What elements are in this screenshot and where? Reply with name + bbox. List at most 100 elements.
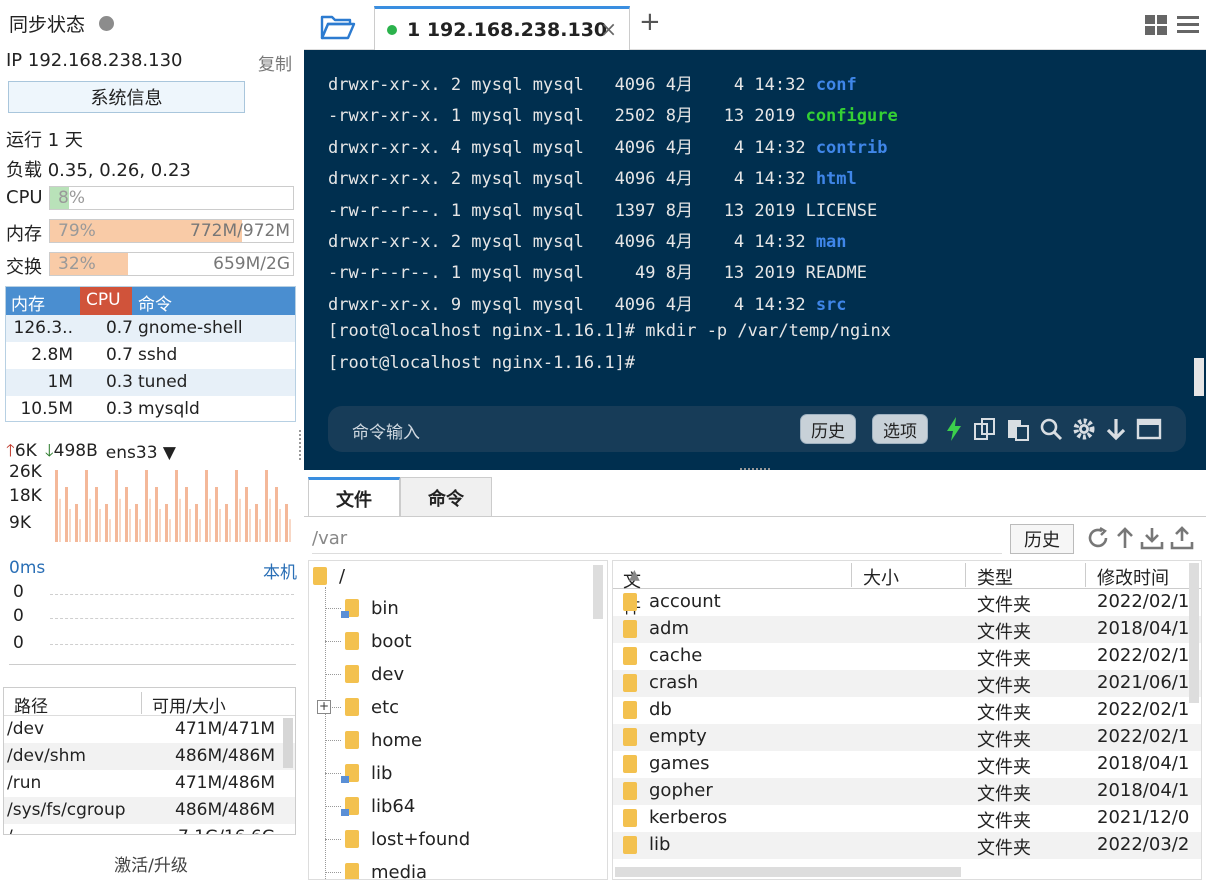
terminal-scrollbar[interactable]	[1194, 358, 1204, 396]
uptime: 运行 1 天	[6, 130, 83, 151]
col-size[interactable]: 可用/大小	[141, 692, 226, 717]
tab-files[interactable]: 文件	[308, 477, 400, 517]
col-command[interactable]: 命令	[138, 290, 172, 315]
terminal-entry-name: html	[815, 169, 857, 190]
download-arrow-icon[interactable]	[1105, 417, 1127, 441]
file-row[interactable]: kerberos 文件夹 2021/12/0	[613, 805, 1201, 832]
file-row[interactable]: adm 文件夹 2018/04/1	[613, 616, 1201, 643]
column-separator[interactable]	[851, 563, 852, 587]
grid-layout-icon[interactable]	[1144, 14, 1168, 36]
tree-guide	[325, 674, 341, 675]
table-row[interactable]: /dev 471M/471M	[4, 716, 295, 743]
lightning-icon[interactable]	[944, 416, 964, 442]
col-cpu[interactable]: CPU	[80, 287, 132, 315]
table-row[interactable]: 1M 0.3 tuned	[6, 369, 295, 396]
file-list-hscroll[interactable]	[615, 867, 961, 877]
activate-upgrade-link[interactable]: 激活/升级	[0, 851, 302, 876]
path-history-button[interactable]: 历史	[1010, 524, 1074, 554]
file-row[interactable]: empty 文件夹 2022/02/1	[613, 724, 1201, 751]
tree-scrollbar[interactable]	[593, 565, 603, 619]
file-row[interactable]: lib 文件夹 2022/03/2	[613, 832, 1201, 859]
file-row[interactable]: crash 文件夹 2021/06/1	[613, 670, 1201, 697]
tree-item[interactable]: dev	[345, 661, 404, 687]
table-row[interactable]: /sys/fs/cgroup 486M/486M	[4, 797, 295, 824]
col-modified[interactable]: 修改时间	[1097, 564, 1169, 590]
copy-icon[interactable]	[973, 417, 997, 441]
table-row[interactable]: 126.3.. 0.7 gnome-shell	[6, 315, 295, 342]
close-icon[interactable]: ×	[600, 17, 617, 41]
command-history-button[interactable]: 历史	[800, 414, 856, 444]
tree-item[interactable]: etc	[345, 694, 399, 720]
terminal-output[interactable]: drwxr-xr-x. 2 mysql mysql 4096 4月 4 14:3…	[304, 50, 1206, 470]
tree-item[interactable]: lost+found	[345, 826, 470, 852]
table-row[interactable]: /run 471M/486M	[4, 770, 295, 797]
tree-item[interactable]: home	[345, 727, 422, 753]
folder-open-icon[interactable]	[320, 12, 356, 40]
refresh-icon[interactable]	[1086, 526, 1110, 550]
download-icon[interactable]	[1140, 526, 1164, 550]
file-row[interactable]: cache 文件夹 2022/02/1	[613, 643, 1201, 670]
table-row[interactable]: 10.5M 0.3 mysqld	[6, 396, 295, 423]
search-icon[interactable]	[1039, 417, 1063, 441]
session-tab[interactable]: 1 192.168.238.130 ×	[374, 6, 630, 50]
folder-icon	[623, 836, 637, 854]
traffic-bar	[245, 487, 248, 542]
process-command: tuned	[138, 372, 188, 392]
traffic-bar	[55, 470, 58, 542]
table-row[interactable]: / 7.1G/16.6G	[4, 824, 295, 834]
expand-icon[interactable]: +	[317, 700, 331, 714]
traffic-bar	[109, 519, 111, 542]
folder-icon	[623, 755, 637, 773]
col-size[interactable]: 大小	[863, 564, 899, 590]
col-type[interactable]: 类型	[977, 564, 1013, 590]
traffic-bar	[59, 498, 61, 542]
table-row[interactable]: /dev/shm 486M/486M	[4, 743, 295, 770]
file-modified: 2022/02/1	[1097, 699, 1190, 720]
command-options-button[interactable]: 选项	[872, 414, 928, 444]
table-row[interactable]: 2.8M 0.7 sshd	[6, 342, 295, 369]
process-cpu: 0.7	[105, 345, 133, 365]
new-tab-button[interactable]: +	[639, 7, 661, 37]
tree-item[interactable]: boot	[345, 628, 412, 654]
tree-item[interactable]: lib	[341, 760, 392, 786]
gear-icon[interactable]	[1072, 417, 1096, 441]
disk-path: /dev/shm	[7, 746, 86, 766]
latency-host-select[interactable]: 本机	[263, 558, 297, 583]
traffic-bar	[89, 498, 91, 542]
tree-item[interactable]: bin	[341, 595, 399, 621]
menu-icon[interactable]	[1176, 14, 1200, 36]
tree-item-label: dev	[371, 663, 405, 685]
paste-icon[interactable]	[1006, 417, 1030, 441]
file-modified: 2018/04/1	[1097, 618, 1190, 639]
tree-item[interactable]: media	[345, 859, 427, 879]
copy-ip-button[interactable]: 复制	[258, 50, 292, 75]
column-separator[interactable]	[1085, 563, 1086, 587]
file-row[interactable]: db 文件夹 2022/02/1	[613, 697, 1201, 724]
tree-item-label: home	[371, 729, 423, 751]
command-input[interactable]: 命令输入	[352, 418, 420, 443]
file-row[interactable]: gopher 文件夹 2018/04/1	[613, 778, 1201, 805]
tree-root[interactable]: /	[313, 563, 345, 589]
col-path[interactable]: 路径	[14, 692, 48, 717]
tree-item-label: boot	[371, 630, 412, 652]
file-list-vscroll[interactable]	[1189, 563, 1199, 703]
latency-value: 0	[13, 633, 24, 653]
system-info-button[interactable]: 系统信息	[8, 81, 245, 113]
file-row[interactable]: account 文件夹 2022/02/1	[613, 589, 1201, 616]
col-memory[interactable]: 内存	[11, 290, 45, 315]
vertical-splitter[interactable]	[299, 430, 302, 460]
column-separator[interactable]	[965, 563, 966, 587]
meter-bar: 79% 772M/972M	[49, 219, 294, 243]
path-input[interactable]: /var	[312, 528, 1002, 554]
tree-item[interactable]: lib64	[341, 793, 415, 819]
up-directory-icon[interactable]	[1116, 526, 1134, 550]
file-toolbar	[1086, 526, 1194, 550]
file-name: empty	[649, 726, 707, 747]
disk-scrollbar[interactable]	[283, 718, 293, 768]
window-icon[interactable]	[1136, 417, 1162, 441]
tab-commands[interactable]: 命令	[400, 477, 492, 517]
file-type: 文件夹	[977, 595, 1031, 616]
upload-icon[interactable]	[1170, 526, 1194, 550]
file-row[interactable]: games 文件夹 2018/04/1	[613, 751, 1201, 778]
traffic-bar	[95, 487, 98, 542]
